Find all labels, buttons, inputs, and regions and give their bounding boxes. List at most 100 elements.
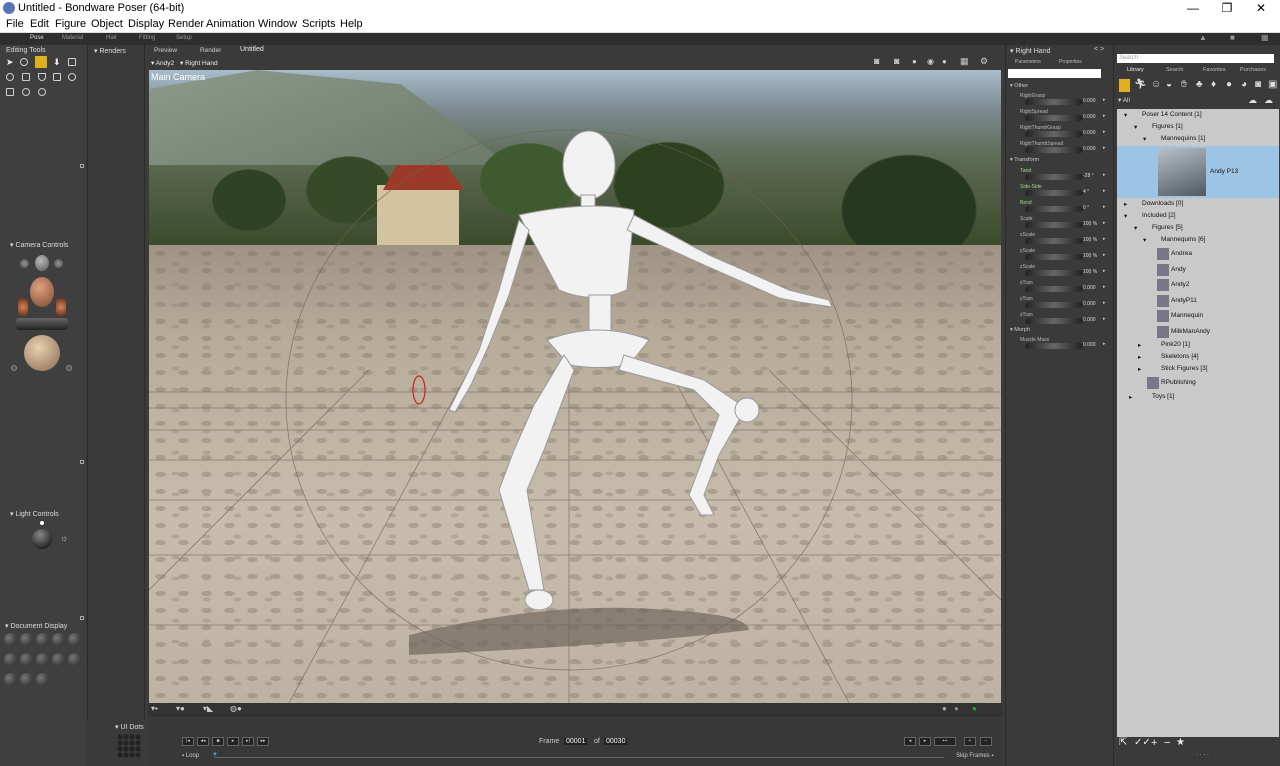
step-back-button[interactable]: ◂◂ xyxy=(197,737,209,746)
room-tab-setup[interactable]: Setup xyxy=(176,35,192,41)
maximize-button[interactable]: ❐ xyxy=(1210,0,1244,17)
param-value[interactable]: 0.000 xyxy=(1083,285,1096,291)
panel-corner-icon[interactable] xyxy=(80,164,84,168)
more-folder-1[interactable]: Skeletons [4] xyxy=(1161,353,1199,360)
param-other-3[interactable]: RightThumbSpread 0.000 ▸ xyxy=(1015,141,1106,156)
chat-icon[interactable]: ■ xyxy=(1230,33,1235,42)
close-button[interactable]: ✕ xyxy=(1244,0,1278,17)
mannequin-item-2[interactable]: Andy2 xyxy=(1171,281,1189,288)
tree-caret-0[interactable]: ▾ xyxy=(1124,111,1127,119)
category-figures-icon[interactable] xyxy=(1119,79,1130,92)
room-tab-pose[interactable]: Pose xyxy=(30,35,44,41)
category-props-icon[interactable]: ♣ xyxy=(1196,79,1203,90)
category-lights-icon[interactable]: ♦ xyxy=(1211,79,1216,90)
param-value[interactable]: 0.000 xyxy=(1083,98,1096,104)
frame-current-field[interactable]: 00001 xyxy=(564,738,588,745)
down-arrow-tool-icon[interactable]: ⬇ xyxy=(53,58,61,67)
tab-properties[interactable]: Properties xyxy=(1059,59,1082,65)
param-value[interactable]: 100 % xyxy=(1083,221,1097,227)
select-tool-icon[interactable]: ➤ xyxy=(6,58,14,67)
direct-manipulation-icon[interactable] xyxy=(22,88,30,96)
tree-folder-1[interactable]: Figures [1] xyxy=(1152,123,1183,130)
param-dial[interactable] xyxy=(1025,222,1083,228)
rpublishing-item-thumbnail[interactable] xyxy=(1147,377,1159,389)
next-key-button[interactable]: ▸ xyxy=(919,737,931,746)
param-value[interactable]: 0.000 xyxy=(1083,114,1096,120)
category-hands-icon[interactable]: ✋︎ xyxy=(1181,79,1187,90)
loop-checkbox[interactable]: ▪ Loop xyxy=(182,753,199,759)
tab-search[interactable]: Search xyxy=(1166,67,1183,73)
grid-icon[interactable]: ▦ xyxy=(1261,33,1269,42)
tree-folder-0[interactable]: Poser 14 Content [1] xyxy=(1142,111,1202,118)
param-menu-arrow-icon[interactable]: ▸ xyxy=(1103,188,1106,194)
add-icon[interactable]: + xyxy=(1151,737,1157,749)
menu-object[interactable]: Object xyxy=(91,18,123,30)
display-style-silhouette-icon[interactable] xyxy=(4,633,17,646)
more-folder-2[interactable]: Stick Figures [3] xyxy=(1161,365,1208,372)
face-camera-icon[interactable] xyxy=(35,255,49,271)
param-transform-6[interactable]: zScale 100 % ▸ xyxy=(1015,264,1106,279)
left-hand-camera-icon[interactable] xyxy=(20,259,29,268)
display-style-hidden-line-icon[interactable] xyxy=(52,633,65,646)
more-folder-0[interactable]: Pink20 [1] xyxy=(1161,341,1190,348)
menu-file[interactable]: File xyxy=(6,18,24,30)
params-search-input[interactable] xyxy=(1008,69,1101,78)
step-forward-button[interactable]: ▸| xyxy=(242,737,254,746)
mannequin-item-3-thumbnail[interactable] xyxy=(1157,294,1169,307)
param-value[interactable]: 100 % xyxy=(1083,237,1097,243)
tree-caret-2[interactable]: ▾ xyxy=(1143,135,1146,143)
param-dial[interactable] xyxy=(1025,302,1083,308)
param-menu-arrow-icon[interactable]: ▸ xyxy=(1103,145,1106,151)
library-add-icon[interactable]: ☁ xyxy=(1248,95,1257,106)
param-other-1[interactable]: RightSpread 0.000 ▸ xyxy=(1015,109,1106,124)
color-tool-icon[interactable] xyxy=(38,73,46,81)
right-hand-camera-icon[interactable] xyxy=(54,259,63,268)
display-style-preview-icon[interactable] xyxy=(36,673,49,686)
param-transform-5[interactable]: yScale 100 % ▸ xyxy=(1015,248,1106,263)
mannequin-item-0[interactable]: Andrea xyxy=(1171,250,1192,257)
figure-select[interactable]: ▾ Andy2 xyxy=(151,59,174,67)
param-transform-7[interactable]: xTran 0.000 ▸ xyxy=(1015,280,1106,295)
tree-folder-4[interactable]: Included [2] xyxy=(1142,212,1176,219)
param-menu-arrow-icon[interactable]: ▸ xyxy=(1103,284,1106,290)
tree-caret-4[interactable]: ▾ xyxy=(1124,212,1127,220)
category-materials-icon[interactable]: ◕ xyxy=(1241,79,1247,90)
tree-folder-6[interactable]: Mannequins [6] xyxy=(1161,236,1205,243)
param-value[interactable]: 0.000 xyxy=(1083,342,1096,348)
render-snapshot-icon[interactable]: ◙ xyxy=(894,56,899,66)
ui-dots-grid-icon[interactable] xyxy=(117,734,141,758)
category-cameras-icon[interactable]: ● xyxy=(1226,79,1232,90)
param-menu-arrow-icon[interactable]: ▸ xyxy=(1103,172,1106,178)
tab-favorites[interactable]: Favorites xyxy=(1203,67,1226,73)
camera-lock-icon[interactable] xyxy=(11,365,17,371)
category-scripts-icon[interactable]: ▣ xyxy=(1268,79,1277,90)
param-value[interactable]: 100 % xyxy=(1083,269,1097,275)
param-menu-arrow-icon[interactable]: ▸ xyxy=(1103,204,1106,210)
display-style-textured-icon[interactable] xyxy=(20,673,33,686)
param-dial[interactable] xyxy=(1025,318,1083,324)
display-style-smooth-lined-icon[interactable] xyxy=(68,653,81,666)
param-value[interactable]: 0.000 xyxy=(1083,130,1096,136)
display-style-texture-icon[interactable] xyxy=(4,673,17,686)
mannequin-item-1-thumbnail[interactable] xyxy=(1157,263,1169,276)
more-folder-caret-0[interactable]: ▸ xyxy=(1138,341,1141,349)
actor-select[interactable]: ▾ Right Hand xyxy=(180,59,218,67)
translate-tool-icon[interactable] xyxy=(35,56,47,68)
move-xy-icon[interactable] xyxy=(16,318,68,330)
param-menu-arrow-icon[interactable]: ▸ xyxy=(1103,97,1106,103)
library-cloud-icon[interactable]: ☁ xyxy=(1264,95,1273,106)
category-poses-icon[interactable]: 🏃︎ xyxy=(1134,79,1147,90)
library-search-input[interactable]: Search xyxy=(1117,54,1274,63)
more-dots-icon[interactable]: · · · · xyxy=(1196,752,1209,758)
head-camera-icon[interactable] xyxy=(30,277,54,307)
menu-window[interactable]: Window xyxy=(258,18,297,30)
room-tab-material[interactable]: Material xyxy=(62,35,83,41)
remove-icon[interactable]: − xyxy=(1164,737,1170,749)
section-other[interactable]: ▾ Other xyxy=(1010,83,1028,89)
tree-caret-1[interactable]: ▾ xyxy=(1134,123,1137,131)
mannequin-item-4[interactable]: Mannequin xyxy=(1171,312,1203,319)
skip-frames-checkbox[interactable]: Skip Frames ▪ xyxy=(956,753,993,759)
andy-p13-thumbnail[interactable] xyxy=(1158,148,1206,196)
display-style-wireframe-icon[interactable] xyxy=(36,633,49,646)
param-dial[interactable] xyxy=(1025,270,1083,276)
